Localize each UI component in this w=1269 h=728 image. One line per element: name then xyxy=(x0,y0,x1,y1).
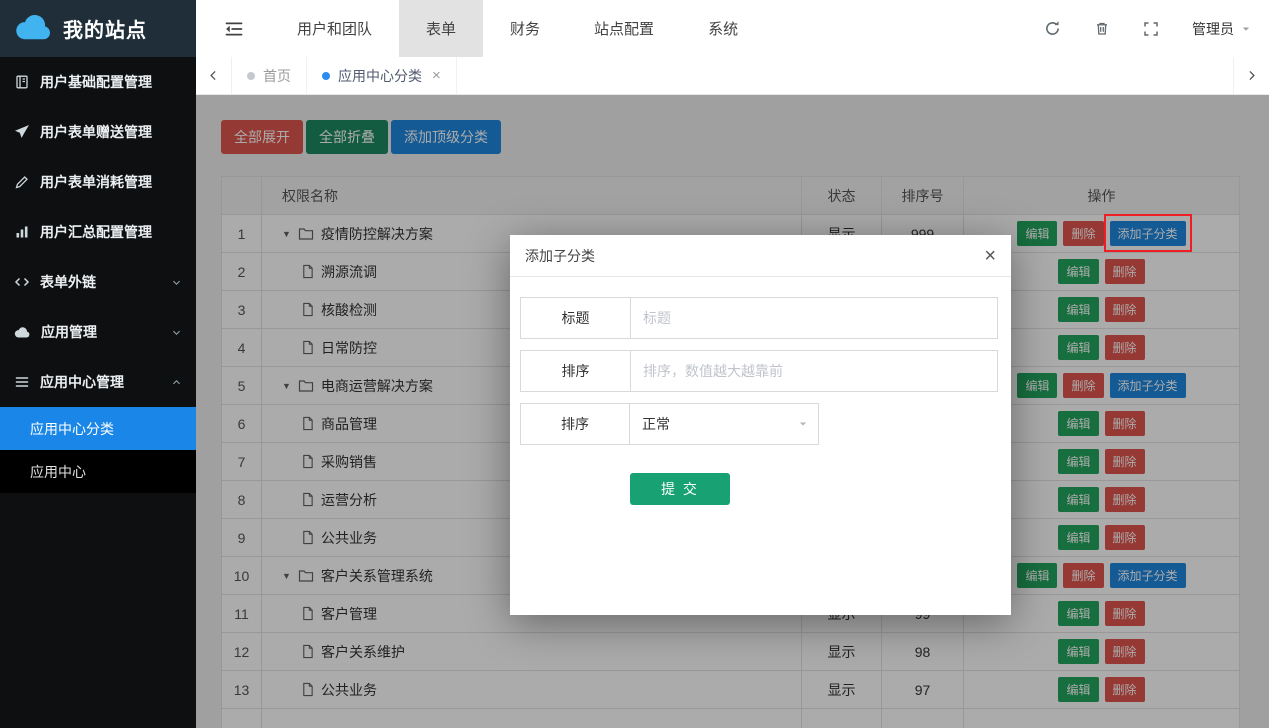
topbar: 用户和团队表单财务站点配置系统 管理员 xyxy=(196,0,1269,57)
user-menu[interactable]: 管理员 xyxy=(1192,19,1251,39)
select-value: 正常 xyxy=(642,414,670,434)
brand: 我的站点 xyxy=(0,0,196,57)
sidebar-submenu: 应用中心分类应用中心 xyxy=(0,407,196,493)
sidebar-subitem-app-center[interactable]: 应用中心 xyxy=(0,450,196,493)
sidebar-item-label: 用户汇总配置管理 xyxy=(40,222,152,242)
sidebar-item-app-center-management[interactable]: 应用中心管理 xyxy=(0,357,196,407)
bar-chart-icon xyxy=(14,224,30,240)
tab-label: 应用中心分类 xyxy=(338,66,422,86)
tabs-scroll-right-button[interactable] xyxy=(1233,57,1269,94)
form-field: 排序正常 xyxy=(520,403,998,445)
nav-users-teams[interactable]: 用户和团队 xyxy=(270,0,399,57)
close-icon[interactable]: × xyxy=(984,246,996,266)
modal-body: 标题排序排序正常提 交 xyxy=(510,277,1011,505)
chevron-down-icon xyxy=(171,277,182,288)
sidebar-item-label: 表单外链 xyxy=(40,272,96,292)
sidebar-item-user-summary[interactable]: 用户汇总配置管理 xyxy=(0,207,196,257)
nav-site-config[interactable]: 站点配置 xyxy=(567,0,681,57)
sidebar-menu: 用户基础配置管理用户表单赠送管理用户表单消耗管理用户汇总配置管理表单外链应用管理… xyxy=(0,57,196,728)
sidebar-item-form-consume[interactable]: 用户表单消耗管理 xyxy=(0,157,196,207)
modal-header: 添加子分类 × xyxy=(510,235,1011,277)
user-name: 管理员 xyxy=(1192,19,1234,39)
title-input[interactable] xyxy=(631,298,997,338)
send-icon xyxy=(14,124,30,140)
chevron-up-icon xyxy=(171,377,182,388)
top-nav: 用户和团队表单财务站点配置系统 xyxy=(270,0,765,57)
field-label: 标题 xyxy=(521,298,631,338)
tabbar: 首页 应用中心分类 × xyxy=(196,57,1269,95)
app-root: 我的站点 用户基础配置管理用户表单赠送管理用户表单消耗管理用户汇总配置管理表单外… xyxy=(0,0,1269,728)
tab-label: 首页 xyxy=(263,66,291,86)
add-subcategory-modal: 添加子分类 × 标题排序排序正常提 交 xyxy=(510,235,1011,615)
sidebar-item-user-base-config[interactable]: 用户基础配置管理 xyxy=(0,57,196,107)
modal-title: 添加子分类 xyxy=(525,246,595,266)
book-icon xyxy=(14,74,30,90)
nav-finance[interactable]: 财务 xyxy=(483,0,567,57)
tab-app-center-category[interactable]: 应用中心分类 × xyxy=(307,57,457,94)
content: 全部展开全部折叠添加顶级分类 权限名称状态排序号操作 1▼疫情防控解决方案显示9… xyxy=(196,95,1269,728)
chevron-down-icon xyxy=(171,327,182,338)
menu-icon xyxy=(14,374,30,390)
field-label: 排序 xyxy=(521,351,631,391)
sidebar-item-label: 用户基础配置管理 xyxy=(40,72,152,92)
tabs: 首页 应用中心分类 × xyxy=(232,57,457,94)
select-caret-icon xyxy=(798,419,808,429)
tab-dot-icon xyxy=(322,72,330,80)
sidebar-subitem-app-center-category[interactable]: 应用中心分类 xyxy=(0,407,196,450)
tab-home[interactable]: 首页 xyxy=(232,57,307,94)
tab-dot-icon xyxy=(247,72,255,80)
cloud-icon xyxy=(14,326,31,339)
sidebar-item-label: 应用中心管理 xyxy=(40,372,124,392)
collapse-menu-icon[interactable] xyxy=(224,19,244,39)
cloud-logo-icon xyxy=(14,15,54,43)
trash-icon[interactable] xyxy=(1094,20,1110,37)
code-icon xyxy=(14,274,30,290)
form-field: 排序 xyxy=(520,350,998,392)
sidebar-item-form-external[interactable]: 表单外链 xyxy=(0,257,196,307)
form-field: 标题 xyxy=(520,297,998,339)
expand-icon[interactable] xyxy=(1143,21,1159,37)
main-column: 用户和团队表单财务站点配置系统 管理员 首页 应用中心分类 × 全部展开全部折叠添加… xyxy=(196,0,1269,728)
sidebar-item-app-management[interactable]: 应用管理 xyxy=(0,307,196,357)
refresh-icon[interactable] xyxy=(1044,20,1061,37)
pen-icon xyxy=(14,174,30,190)
submit-button[interactable]: 提 交 xyxy=(630,473,730,505)
sort-input[interactable] xyxy=(631,351,997,391)
sidebar-item-label: 用户表单赠送管理 xyxy=(40,122,152,142)
brand-title: 我的站点 xyxy=(63,14,147,43)
nav-forms[interactable]: 表单 xyxy=(399,0,483,57)
sidebar-item-label: 用户表单消耗管理 xyxy=(40,172,152,192)
nav-system[interactable]: 系统 xyxy=(681,0,765,57)
caret-down-icon xyxy=(1241,24,1251,34)
sidebar-item-label: 应用管理 xyxy=(41,322,97,342)
topbar-actions: 管理员 xyxy=(1044,19,1269,39)
sidebar-item-form-gift[interactable]: 用户表单赠送管理 xyxy=(0,107,196,157)
tabs-scroll-left-button[interactable] xyxy=(196,57,232,94)
tab-close-icon[interactable]: × xyxy=(432,68,441,83)
sidebar: 我的站点 用户基础配置管理用户表单赠送管理用户表单消耗管理用户汇总配置管理表单外… xyxy=(0,0,196,728)
field-label: 排序 xyxy=(520,403,630,445)
status-select[interactable]: 正常 xyxy=(629,403,819,445)
